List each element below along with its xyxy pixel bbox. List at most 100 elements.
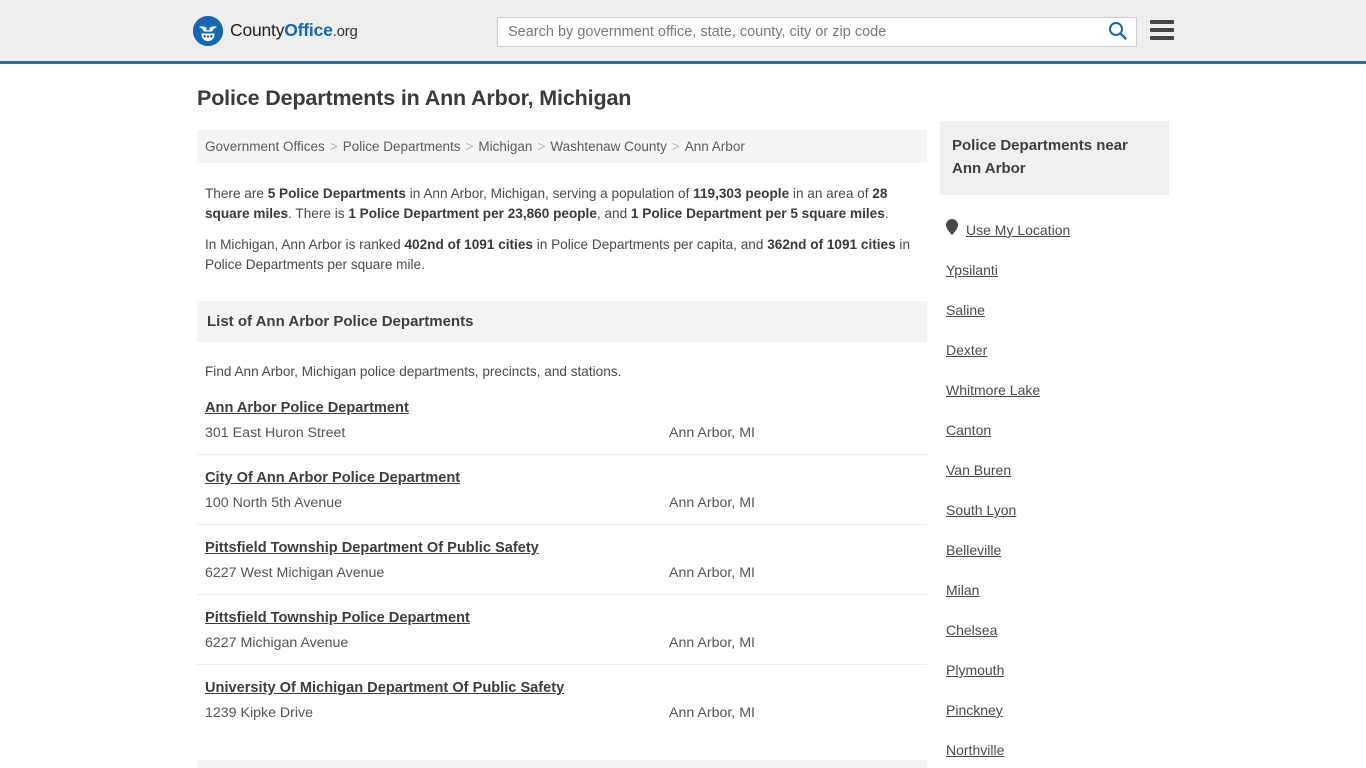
about-section-heading: About Ann Arbor Police Departments — [197, 760, 927, 768]
nearby-cities-list: Ypsilanti Saline Dexter Whitmore Lake Canton… — [940, 240, 1169, 768]
police-department-city: Ann Arbor, MI — [669, 425, 755, 441]
nearby-city-link[interactable]: Canton — [946, 422, 991, 438]
breadcrumb-item[interactable]: Washtenaw County — [550, 139, 667, 154]
stat-value: 402nd of 1091 cities — [404, 237, 533, 252]
stat-text: in Police Departments per capita, and — [532, 237, 768, 252]
breadcrumb-separator: > — [671, 139, 680, 154]
stat-value: 119,303 people — [693, 186, 790, 201]
page-title: Police Departments in Ann Arbor, Michiga… — [197, 86, 632, 110]
police-department-row: City Of Ann Arbor Police Department 100 N… — [197, 455, 927, 525]
nearby-city-item: Van Buren — [940, 440, 1169, 480]
nearby-city-link[interactable]: Whitmore Lake — [946, 382, 1040, 398]
police-department-link[interactable]: Pittsfield Township Police Department — [205, 610, 470, 626]
police-department-row: University Of Michigan Department Of Pub… — [197, 665, 927, 734]
nearby-city-link[interactable]: Saline — [946, 302, 985, 318]
police-department-address: 6227 West Michigan Avenue — [205, 565, 385, 581]
nearby-city-item: Whitmore Lake — [940, 360, 1169, 400]
nearby-city-link[interactable]: Van Buren — [946, 462, 1011, 478]
breadcrumb-item[interactable]: Police Departments — [343, 139, 461, 154]
stat-text: in an area of — [789, 186, 873, 201]
search-icon — [1108, 21, 1127, 43]
logo-text-office: Office — [284, 20, 333, 40]
search-button[interactable] — [1098, 18, 1136, 46]
hamburger-bar — [1150, 20, 1174, 24]
nearby-city-item: Plymouth — [940, 640, 1169, 680]
nearby-city-item: Milan — [940, 560, 1169, 600]
stat-value: 5 Police Departments — [267, 186, 406, 201]
stat-value: 1 Police Department per 23,860 people — [348, 206, 597, 221]
breadcrumb: Government Offices > Police Departments > Mi… — [197, 130, 927, 163]
use-my-location-link[interactable]: Use My Location — [966, 222, 1070, 238]
police-department-address: 100 North 5th Avenue — [205, 495, 342, 511]
nearby-city-item: Saline — [940, 280, 1169, 320]
stat-text: In Michigan, Ann Arbor is ranked — [205, 237, 405, 252]
sidebar-heading: Police Departments near Ann Arbor — [940, 121, 1169, 195]
nearby-city-link[interactable]: Chelsea — [946, 622, 997, 638]
nearby-city-item: Dexter — [940, 320, 1169, 360]
nearby-city-item: Pinckney — [940, 680, 1169, 720]
hamburger-menu-icon[interactable] — [1150, 20, 1174, 40]
hamburger-bar — [1150, 28, 1174, 32]
nearby-city-item: Wayne — [940, 760, 1169, 768]
site-logo[interactable]: CountyOffice.org — [193, 15, 358, 46]
eagle-shield-logo-icon — [193, 15, 223, 46]
logo-text-county: County — [230, 20, 285, 40]
list-section-subtext: Find Ann Arbor, Michigan police departme… — [205, 364, 622, 379]
police-department-link[interactable]: Pittsfield Township Department Of Public… — [205, 540, 539, 556]
police-department-detail: 301 East Huron Street Ann Arbor, MI — [205, 425, 919, 441]
search-bar[interactable] — [497, 17, 1137, 47]
search-input[interactable] — [498, 18, 1098, 46]
intro-statistics: There are 5 Police Departments in Ann Ar… — [197, 163, 927, 275]
nearby-city-item: South Lyon — [940, 480, 1169, 520]
nearby-city-item: Belleville — [940, 520, 1169, 560]
hamburger-bar — [1150, 36, 1174, 40]
stat-text: There are — [205, 186, 268, 201]
nearby-city-link[interactable]: Pinckney — [946, 702, 1003, 718]
nearby-city-link[interactable]: Belleville — [946, 542, 1001, 558]
stat-text: in Ann Arbor, Michigan, serving a popula… — [405, 186, 694, 201]
stat-text: , and — [596, 206, 631, 221]
breadcrumb-item[interactable]: Michigan — [478, 139, 532, 154]
police-department-city: Ann Arbor, MI — [669, 565, 755, 581]
main-content: Police Departments in Ann Arbor, Michiga… — [197, 86, 927, 768]
breadcrumb-separator: > — [537, 139, 546, 154]
stat-value: 362nd of 1091 cities — [767, 237, 896, 252]
breadcrumb-separator: > — [465, 139, 474, 154]
nearby-city-item: Ypsilanti — [940, 240, 1169, 280]
nearby-city-link[interactable]: Northville — [946, 742, 1004, 758]
police-department-row: Pittsfield Township Department Of Public… — [197, 525, 927, 595]
site-header: CountyOffice.org — [0, 0, 1366, 64]
police-department-link[interactable]: Ann Arbor Police Department — [205, 400, 409, 416]
nearby-city-item: Chelsea — [940, 600, 1169, 640]
logo-text: CountyOffice.org — [230, 20, 358, 41]
breadcrumb-separator: > — [329, 139, 338, 154]
breadcrumb-item[interactable]: Ann Arbor — [685, 139, 745, 154]
police-department-detail: 6227 Michigan Avenue Ann Arbor, MI — [205, 635, 919, 651]
police-department-city: Ann Arbor, MI — [669, 495, 755, 511]
intro-paragraph-1: There are 5 Police Departments in Ann Ar… — [205, 184, 919, 224]
use-my-location-row[interactable]: Use My Location — [946, 219, 1169, 240]
logo-text-tld: .org — [332, 23, 358, 40]
police-department-row: Ann Arbor Police Department 301 East Huro… — [197, 399, 927, 455]
stat-text: . — [884, 206, 889, 221]
nearby-city-link[interactable]: Plymouth — [946, 662, 1004, 678]
police-department-link[interactable]: University Of Michigan Department Of Pub… — [205, 680, 564, 696]
police-department-address: 301 East Huron Street — [205, 425, 346, 441]
police-department-address: 6227 Michigan Avenue — [205, 635, 349, 651]
stat-text: . There is — [288, 206, 349, 221]
police-department-address: 1239 Kipke Drive — [205, 705, 314, 721]
intro-paragraph-2: In Michigan, Ann Arbor is ranked 402nd o… — [205, 235, 919, 275]
list-section-heading: List of Ann Arbor Police Departments — [197, 301, 927, 342]
stat-value: 1 Police Department per 5 square miles — [630, 206, 885, 221]
police-department-list: Ann Arbor Police Department 301 East Huro… — [197, 399, 927, 734]
breadcrumb-item[interactable]: Government Offices — [205, 139, 325, 154]
police-department-detail: 100 North 5th Avenue Ann Arbor, MI — [205, 495, 919, 511]
map-pin-icon — [946, 219, 958, 240]
nearby-city-link[interactable]: Ypsilanti — [946, 262, 998, 278]
police-department-link[interactable]: City Of Ann Arbor Police Department — [205, 470, 460, 486]
police-department-row: Pittsfield Township Police Department 622… — [197, 595, 927, 665]
nearby-sidebar: Police Departments near Ann Arbor Use My… — [940, 121, 1169, 768]
nearby-city-link[interactable]: South Lyon — [946, 502, 1016, 518]
nearby-city-link[interactable]: Milan — [946, 582, 979, 598]
nearby-city-link[interactable]: Dexter — [946, 342, 987, 358]
